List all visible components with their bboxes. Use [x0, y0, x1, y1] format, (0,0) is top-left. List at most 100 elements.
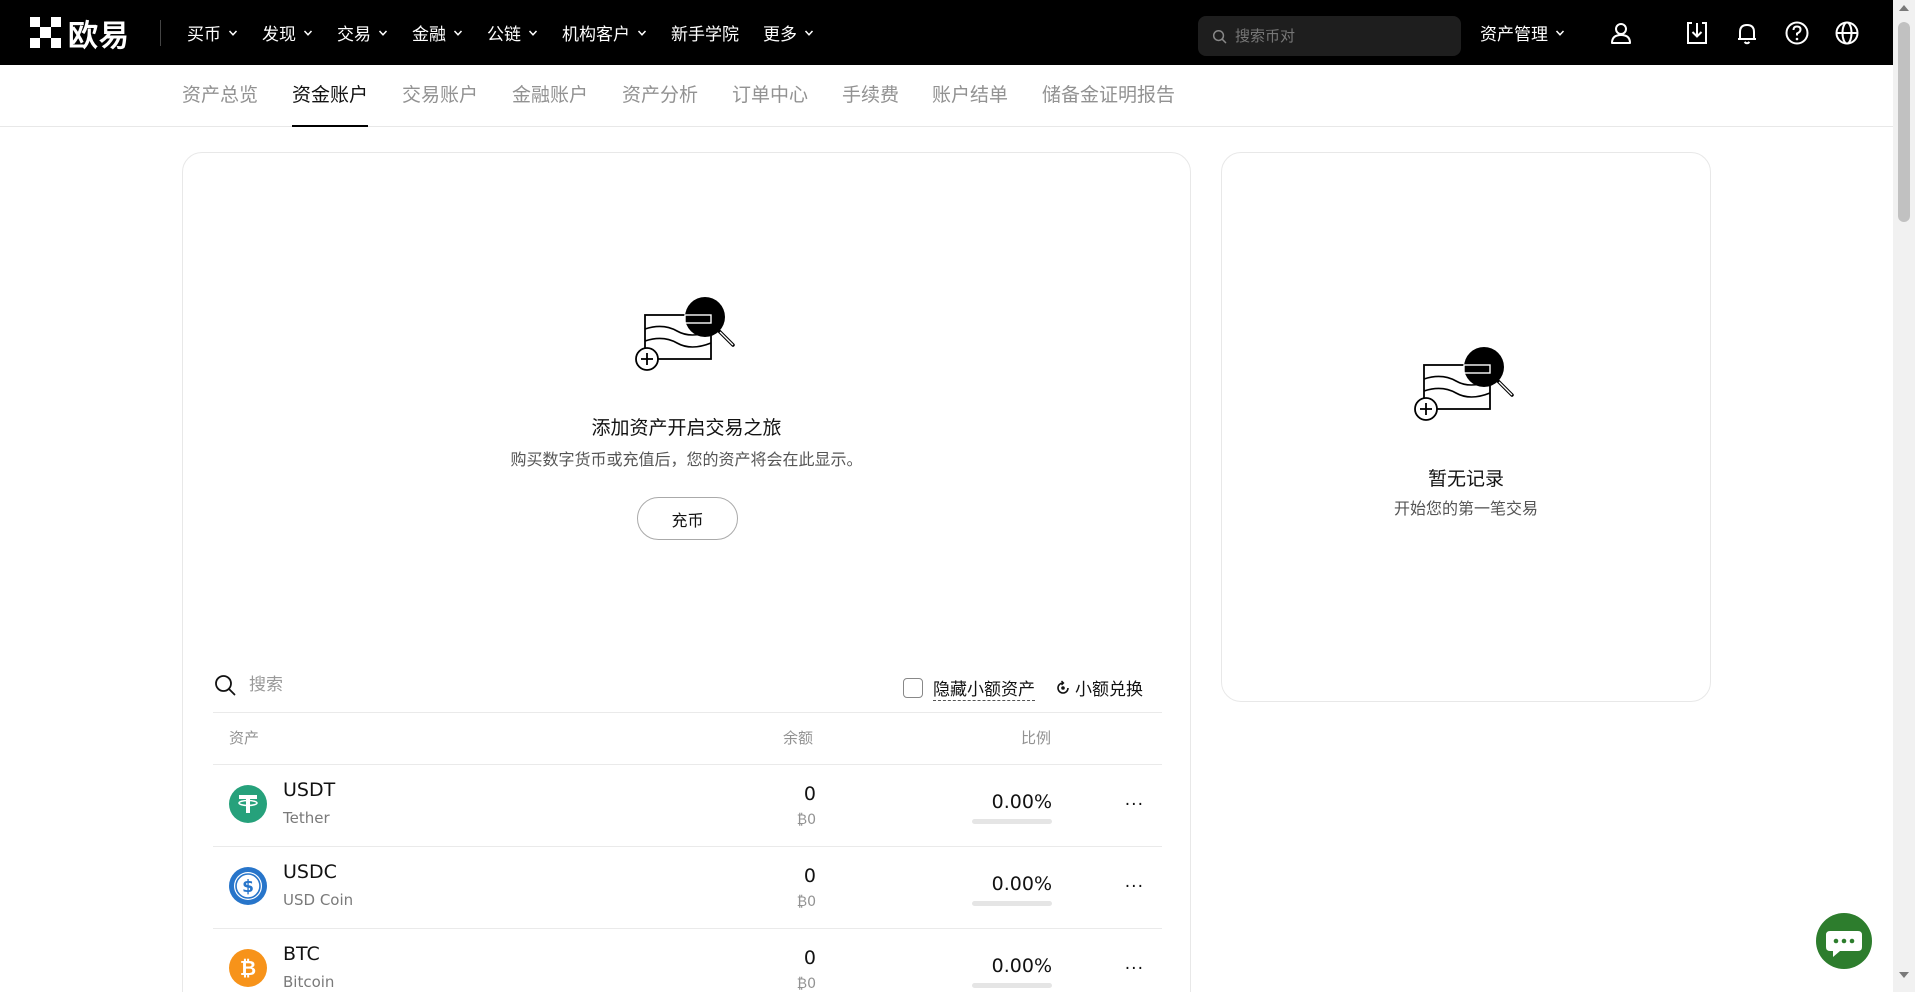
- empty-state-title: 添加资产开启交易之旅: [591, 417, 782, 439]
- chevron-down-icon: [637, 29, 647, 36]
- tab-4[interactable]: 资产分析: [622, 65, 698, 127]
- chevron-down-icon: [303, 29, 313, 36]
- nav-item-2[interactable]: 交易: [337, 20, 388, 45]
- chevron-down-icon: [1555, 29, 1565, 36]
- nav-item-4[interactable]: 公链: [487, 20, 538, 45]
- asset-balance: 0: [803, 865, 816, 887]
- tab-2[interactable]: 交易账户: [402, 65, 478, 127]
- pair-search[interactable]: [1198, 16, 1461, 56]
- asset-ratio-bar: [972, 901, 1052, 906]
- small-convert-link[interactable]: 小额兑换: [1055, 675, 1143, 700]
- support-chat-button[interactable]: [1816, 913, 1872, 969]
- svg-text:₿: ₿: [240, 956, 256, 980]
- scroll-thumb[interactable]: [1898, 22, 1910, 222]
- asset-ratio: 0.00%: [991, 791, 1052, 813]
- asset-ratio: 0.00%: [991, 955, 1052, 977]
- asset-symbol: BTC: [283, 943, 320, 965]
- tab-5[interactable]: 订单中心: [732, 65, 808, 127]
- asset-ratio: 0.00%: [991, 873, 1052, 895]
- help-icon[interactable]: [1784, 20, 1810, 46]
- tab-1[interactable]: 资金账户: [292, 65, 369, 127]
- chevron-down-icon: [228, 29, 238, 36]
- deposit-button[interactable]: 充币: [637, 497, 738, 540]
- asset-search-input[interactable]: [249, 675, 549, 695]
- bell-icon[interactable]: [1734, 20, 1760, 46]
- asset-balance-btc: ₿0: [796, 894, 816, 910]
- asset-name: Bitcoin: [283, 973, 335, 991]
- hide-small-assets-label: 隐藏小额资产: [933, 675, 1035, 701]
- recent-records-card: 暂无记录 开始您的第一笔交易: [1221, 152, 1711, 702]
- asset-row[interactable]: $ USDC USD Coin 0 ₿0 0.00% ···: [213, 847, 1162, 929]
- more-actions-icon[interactable]: ···: [1125, 795, 1144, 815]
- user-icon[interactable]: [1608, 20, 1634, 46]
- asset-row[interactable]: ₿ BTC Bitcoin 0 ₿0 0.00% ···: [213, 929, 1162, 992]
- nav-item-0[interactable]: 买币: [187, 20, 238, 45]
- funding-account-card: 添加资产开启交易之旅 购买数字货币或充值后，您的资产将会在此显示。 充币 隐藏小…: [182, 152, 1191, 992]
- asset-search[interactable]: [213, 673, 549, 697]
- nav-item-7[interactable]: 更多: [763, 20, 814, 45]
- tab-6[interactable]: 手续费: [842, 65, 899, 127]
- globe-icon[interactable]: [1834, 20, 1860, 46]
- nav-item-1[interactable]: 发现: [262, 20, 313, 45]
- svg-text:$: $: [242, 877, 254, 897]
- nav-item-label: 新手学院: [671, 25, 739, 45]
- empty-wallet-search-icon: [635, 297, 735, 371]
- account-tabs: 资产总览 资金账户 交易账户 金融账户 资产分析 订单中心 手续费 账户结单 储备金证明报告: [0, 65, 1893, 127]
- asset-balance: 0: [803, 783, 816, 805]
- asset-row[interactable]: USDT Tether 0 ₿0 0.00% ···: [213, 765, 1162, 847]
- list-divider: [213, 712, 1162, 713]
- asset-management-menu[interactable]: 资产管理: [1480, 0, 1565, 65]
- nav-item-label: 公链: [487, 25, 521, 45]
- more-actions-icon[interactable]: ···: [1125, 959, 1144, 979]
- nav-divider: [160, 19, 161, 46]
- tab-0[interactable]: 资产总览: [182, 65, 258, 127]
- top-navbar: 欧易 买币 发现 交易 金融 公链 机构客户 新手学院 更多 资产管理: [0, 0, 1893, 65]
- page-scrollbar[interactable]: [1893, 0, 1915, 992]
- search-icon: [215, 675, 236, 696]
- download-icon[interactable]: [1684, 20, 1710, 46]
- asset-management-label: 资产管理: [1480, 25, 1548, 45]
- column-balance: 余额: [783, 729, 814, 747]
- convert-icon: [1057, 680, 1069, 694]
- usdc-icon: $: [229, 867, 267, 905]
- nav-item-label: 买币: [187, 25, 221, 45]
- pair-search-input[interactable]: [1235, 27, 1455, 45]
- no-records-subtitle: 开始您的第一笔交易: [1393, 499, 1538, 518]
- hide-small-assets-checkbox[interactable]: [903, 678, 923, 698]
- okx-logo-icon: [30, 17, 61, 48]
- asset-ratio-bar: [972, 819, 1052, 824]
- nav-menu: 买币 发现 交易 金融 公链 机构客户 新手学院 更多: [187, 0, 838, 65]
- scroll-down-arrow-icon[interactable]: [1899, 972, 1909, 978]
- hide-small-assets-toggle[interactable]: 隐藏小额资产: [903, 675, 1035, 701]
- asset-name: USD Coin: [283, 891, 354, 909]
- column-asset: 资产: [229, 729, 260, 747]
- nav-item-5[interactable]: 机构客户: [562, 20, 647, 45]
- tab-8[interactable]: 储备金证明报告: [1042, 65, 1175, 127]
- tether-icon: [229, 785, 267, 823]
- nav-item-label: 交易: [337, 25, 371, 45]
- nav-item-6[interactable]: 新手学院: [671, 20, 739, 45]
- chevron-down-icon: [378, 29, 388, 36]
- asset-balance-btc: ₿0: [796, 812, 816, 828]
- asset-balance-btc: ₿0: [796, 976, 816, 992]
- chat-icon: [1826, 931, 1862, 957]
- asset-balance: 0: [803, 947, 816, 969]
- empty-state-subtitle: 购买数字货币或充值后，您的资产将会在此显示。: [510, 450, 863, 469]
- nav-item-label: 金融: [412, 25, 446, 45]
- scroll-up-arrow-icon[interactable]: [1899, 5, 1909, 11]
- chevron-down-icon: [453, 29, 463, 36]
- empty-wallet-search-icon: [1414, 347, 1514, 421]
- chevron-down-icon: [804, 29, 814, 36]
- asset-symbol: USDC: [283, 861, 337, 883]
- brand-logo[interactable]: 欧易: [30, 0, 130, 65]
- asset-symbol: USDT: [283, 779, 336, 801]
- nav-item-label: 机构客户: [562, 25, 630, 45]
- tab-7[interactable]: 账户结单: [932, 65, 1008, 127]
- chevron-down-icon: [528, 29, 538, 36]
- more-actions-icon[interactable]: ···: [1125, 877, 1144, 897]
- no-records-title: 暂无记录: [1427, 468, 1504, 490]
- tab-3[interactable]: 金融账户: [512, 65, 588, 127]
- column-ratio: 比例: [1021, 729, 1052, 747]
- brand-name: 欧易: [68, 18, 130, 54]
- nav-item-3[interactable]: 金融: [412, 20, 463, 45]
